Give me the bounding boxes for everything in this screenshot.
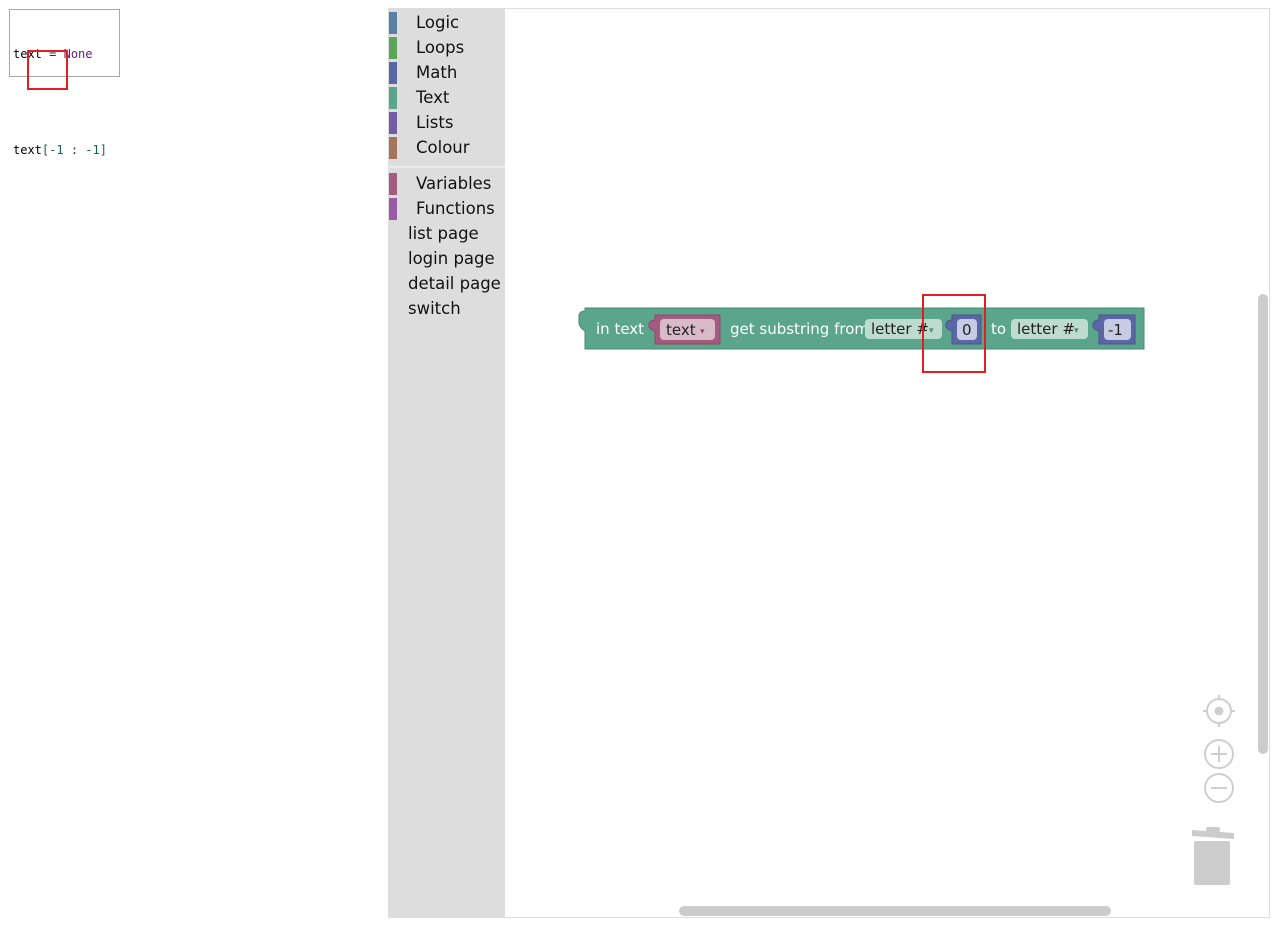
to-number-value: -1 (1108, 321, 1123, 339)
chevron-down-icon: ▾ (1074, 326, 1079, 336)
code-slice-separator: : (63, 143, 86, 157)
variable-block-text[interactable]: text ▾ (648, 314, 721, 345)
generated-code-panel: text = None text[-1 : -1] (9, 9, 120, 157)
chevron-down-icon: ▾ (929, 326, 934, 336)
from-number-value: 0 (962, 321, 972, 339)
zoom-out-icon[interactable] (1204, 773, 1234, 803)
trash-icon[interactable] (1192, 827, 1234, 885)
code-var: text (13, 47, 42, 61)
blockly-workspace[interactable]: Logic Loops Math Text Lists Colour Varia… (388, 8, 1270, 918)
code-slice-start: -1 (49, 143, 64, 157)
chevron-down-icon: ▾ (700, 327, 705, 337)
text-get-substring-block[interactable]: in text text ▾ get substring from letter… (578, 307, 1145, 350)
code-operator: = (41, 47, 64, 61)
math-number-block-to[interactable]: -1 (1092, 314, 1136, 345)
to-mode-label: letter # (1017, 320, 1075, 338)
code-line-2: text[-1 : -1] (13, 142, 119, 158)
label-in-text: in text (596, 320, 644, 338)
from-mode-label: letter # (871, 320, 929, 338)
block-canvas: in text text ▾ get substring from letter… (578, 294, 1235, 885)
code-bracket-close: ] (99, 143, 107, 157)
code-slice-end: -1 (85, 143, 100, 157)
label-get-substring-from: get substring from (730, 320, 869, 338)
zoom-in-icon[interactable] (1204, 739, 1234, 769)
code-var: text (13, 143, 42, 157)
variable-name: text (666, 321, 696, 339)
horizontal-scrollbar[interactable] (679, 906, 1111, 916)
label-to: to (991, 320, 1006, 338)
vertical-scrollbar[interactable] (1258, 294, 1268, 754)
recenter-icon[interactable] (1203, 695, 1235, 727)
code-line-1: text = None (13, 46, 119, 62)
code-none-keyword: None (63, 47, 93, 61)
